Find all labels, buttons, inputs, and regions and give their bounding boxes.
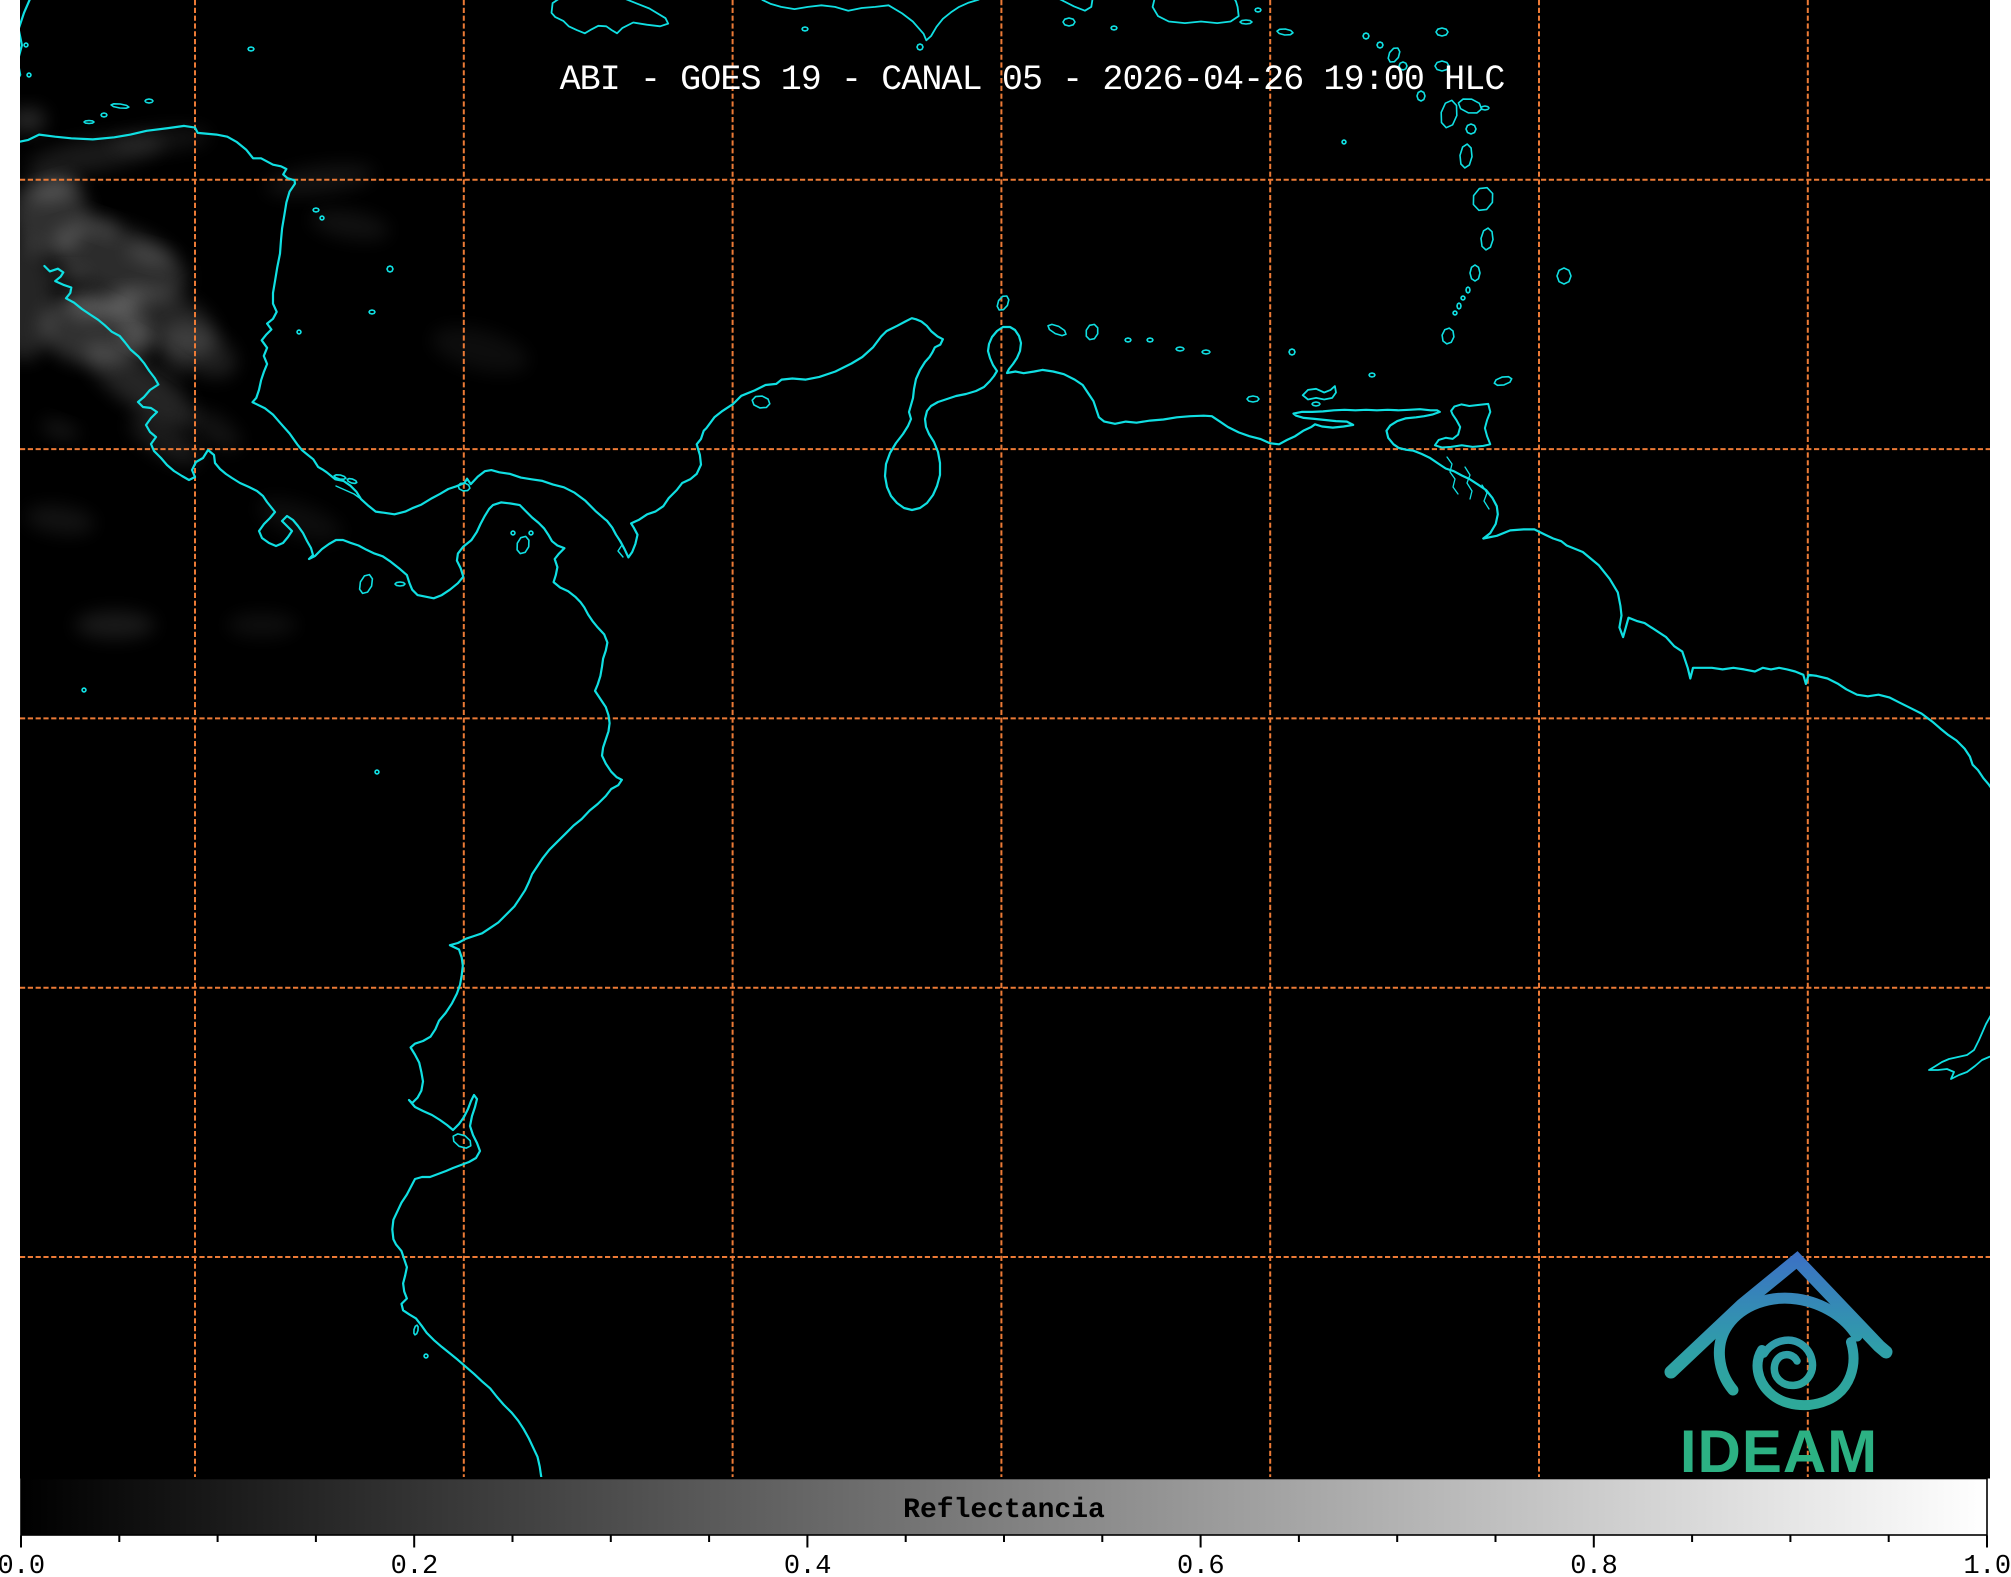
svg-text:0.6: 0.6 xyxy=(1177,1552,1224,1577)
svg-text:0.4: 0.4 xyxy=(784,1552,831,1577)
svg-text:Reflectancia: Reflectancia xyxy=(903,1495,1105,1526)
svg-text:ABI - GOES 19 - CANAL 05 - 202: ABI - GOES 19 - CANAL 05 - 2026-04-26 19… xyxy=(560,60,1505,100)
svg-text:1.0: 1.0 xyxy=(1963,1552,2010,1577)
svg-text:0.2: 0.2 xyxy=(391,1552,438,1577)
svg-text:IDEAM: IDEAM xyxy=(1680,1418,1878,1485)
svg-text:0.0: 0.0 xyxy=(0,1552,45,1577)
svg-text:0.8: 0.8 xyxy=(1570,1552,1617,1577)
